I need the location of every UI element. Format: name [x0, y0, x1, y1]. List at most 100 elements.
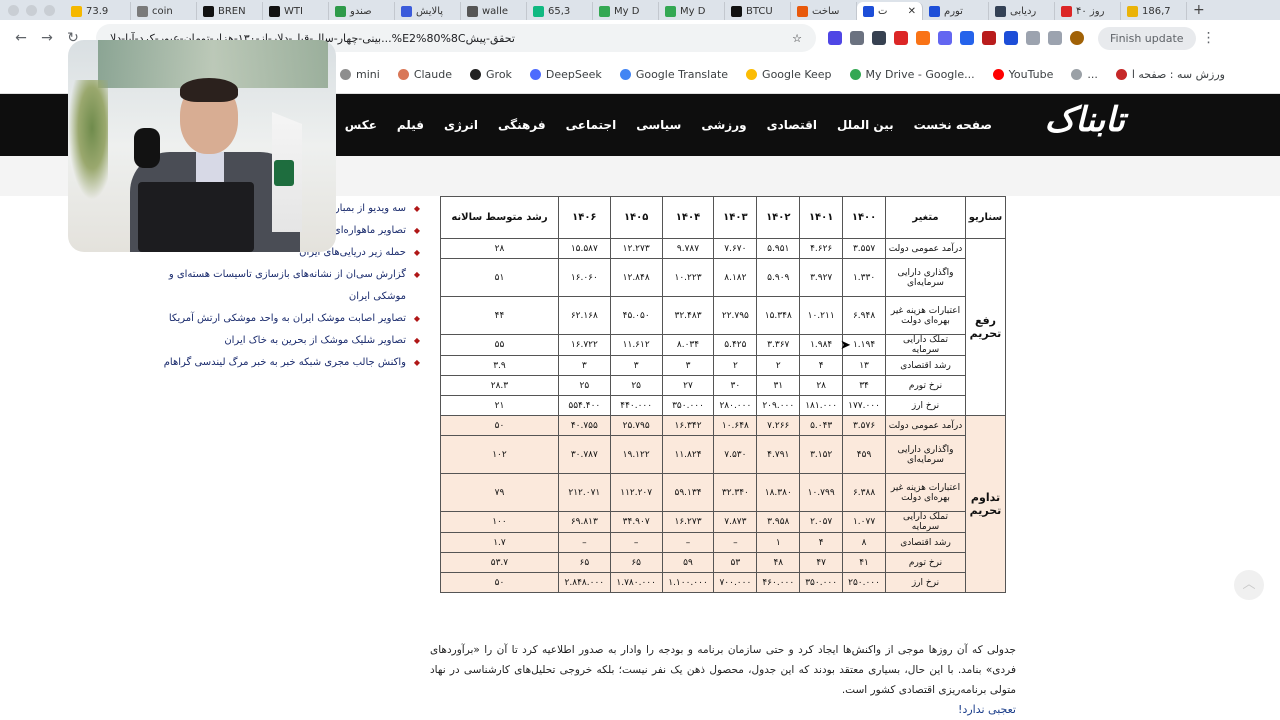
tab-label: 186,7 [1142, 5, 1171, 17]
value-cell: ۸.۰۳۴ [661, 334, 715, 356]
value-cell: ۶.۹۴۸ [842, 296, 886, 335]
back-button[interactable]: ← [8, 30, 34, 46]
site-nav-item[interactable]: اقتصادی [767, 118, 817, 132]
browser-tab[interactable]: BTCU [725, 2, 791, 20]
browser-tab[interactable]: 186,7 [1121, 2, 1187, 20]
article-followup-link[interactable]: تعجبی ندارد! [430, 700, 1016, 720]
bookmark-item[interactable]: ... [1071, 68, 1098, 81]
bookmark-label: Google Translate [635, 68, 729, 81]
extension-icon[interactable] [982, 31, 996, 45]
variable-cell: درآمد عمومی دولت [885, 415, 966, 436]
site-logo[interactable]: تابناک [1045, 100, 1125, 140]
tab-favicon-icon [797, 5, 808, 17]
value-cell: ۳.۹۵۸ [756, 511, 801, 533]
value-cell: ۲۱ [440, 395, 559, 416]
related-link[interactable]: تصاویر اصابت موشک ایران به واحد موشکی ار… [140, 308, 420, 330]
browser-tab[interactable]: پالایش [395, 2, 461, 20]
browser-tab[interactable]: My D [659, 2, 725, 20]
puzzle-icon[interactable] [1048, 31, 1062, 45]
bookmark-favicon-icon [1115, 69, 1127, 80]
value-cell: ۱۰.۶۴۸ [713, 415, 758, 436]
bookmark-item[interactable]: Claude [397, 68, 452, 81]
browser-tab[interactable]: coin [131, 2, 197, 20]
browser-tab[interactable]: تورم [923, 2, 989, 20]
site-nav-item[interactable]: سیاسی [636, 118, 681, 132]
browser-tab[interactable]: ۴۰ روز [1055, 2, 1121, 20]
browser-tab[interactable]: walle [461, 2, 527, 20]
value-cell: ۵۱ [440, 258, 559, 297]
browser-tab[interactable]: My D [593, 2, 659, 20]
finish-update-button[interactable]: Finish update [1098, 26, 1196, 50]
value-cell: ۱.۷ [440, 532, 559, 553]
browser-tab[interactable]: صندو [329, 2, 395, 20]
value-cell: ۱۱.۸۲۴ [661, 435, 715, 474]
bookmark-star-icon[interactable]: ☆ [792, 32, 802, 45]
site-nav-item[interactable]: فرهنگی [498, 118, 546, 132]
related-link[interactable]: واکنش جالب مجری شبکه خبر به خبر مرگ لیند… [140, 352, 420, 374]
site-nav-item[interactable]: بین الملل [837, 118, 894, 132]
value-cell: ۳ [661, 355, 715, 376]
value-cell: ۲۵.۷۹۵ [609, 415, 663, 436]
webcam-overlay [68, 40, 336, 252]
bookmark-item[interactable]: DeepSeek [529, 68, 602, 81]
more-menu-icon[interactable]: ⋮ [1202, 30, 1216, 46]
zoom-window-button[interactable] [44, 4, 55, 16]
browser-tab[interactable]: 65,3 [527, 2, 593, 20]
extension-icon[interactable] [1004, 31, 1018, 45]
site-nav-item[interactable]: انرژی [444, 118, 478, 132]
value-cell: ۱۶.۲۷۳ [661, 511, 715, 533]
browser-tab[interactable]: ردیابی [989, 2, 1055, 20]
browser-tab[interactable]: ساخت [791, 2, 857, 20]
new-tab-button[interactable]: + [1193, 2, 1205, 18]
tab-close-icon[interactable]: ✕ [908, 6, 916, 17]
extension-icon[interactable] [828, 31, 842, 45]
extension-icon[interactable] [960, 31, 974, 45]
related-link[interactable]: گزارش سی‌ان از نشانه‌های بازسازی تاسیسات… [140, 264, 420, 308]
extension-icon[interactable] [894, 31, 908, 45]
value-cell: ۱۵.۳۴۸ [756, 296, 801, 335]
tab-favicon-icon [929, 5, 940, 17]
site-nav-item[interactable]: ورزشی [701, 118, 746, 132]
minimize-window-button[interactable] [26, 4, 37, 16]
site-nav-item[interactable]: اجتماعی [566, 118, 617, 132]
browser-tab[interactable]: ت ✕ [857, 2, 923, 20]
extension-icon[interactable] [938, 31, 952, 45]
extension-icon[interactable] [872, 31, 886, 45]
site-nav-item[interactable]: صفحه نخست [914, 118, 992, 132]
value-cell: ۳۴ [842, 375, 886, 396]
tab-favicon-icon [665, 5, 676, 17]
plant-decoration [68, 80, 108, 200]
browser-tab[interactable]: BREN [197, 2, 263, 20]
table-header-cell: متغیر [885, 196, 966, 239]
value-cell: ۳.۳۶۷ [756, 334, 801, 356]
bookmark-item[interactable]: ورزش سه : صفحه ا [1115, 68, 1225, 81]
extension-icon[interactable] [850, 31, 864, 45]
scroll-to-top-button[interactable]: ︿ [1234, 570, 1264, 600]
bookmark-item[interactable]: Grok [470, 68, 512, 81]
close-window-button[interactable] [8, 4, 19, 16]
bookmark-favicon-icon [992, 69, 1004, 80]
bookmark-item[interactable]: mini [340, 68, 380, 81]
extension-icon[interactable] [1026, 31, 1040, 45]
value-cell: ۶۵ [557, 552, 611, 573]
related-link[interactable]: تصاویر شلیک موشک از بحرین به خاک ایران [140, 330, 420, 352]
browser-tab[interactable]: 73.9 [65, 2, 131, 20]
value-cell: – [661, 532, 715, 553]
value-cell: ۱۱.۶۱۲ [609, 334, 663, 356]
bookmark-favicon-icon [746, 69, 758, 80]
forward-button[interactable]: → [34, 30, 60, 46]
bookmark-item[interactable]: YouTube [992, 68, 1053, 81]
table-header-cell: ۱۴۰۵ [609, 196, 663, 239]
tab-label: صندو [350, 5, 372, 17]
bookmark-item[interactable]: My Drive - Google... [849, 68, 975, 81]
value-cell: ۱.۰۷۷ [842, 511, 886, 533]
site-nav-item[interactable]: فیلم [397, 118, 424, 132]
bookmark-item[interactable]: Google Keep [746, 68, 832, 81]
flag-logo-icon [274, 160, 294, 186]
bookmark-item[interactable]: Google Translate [619, 68, 729, 81]
extension-icon[interactable] [916, 31, 930, 45]
site-nav-item[interactable]: عکس [345, 118, 377, 132]
browser-tab[interactable]: WTI [263, 2, 329, 20]
tab-label: walle [482, 5, 509, 17]
profile-icon[interactable] [1070, 31, 1084, 45]
